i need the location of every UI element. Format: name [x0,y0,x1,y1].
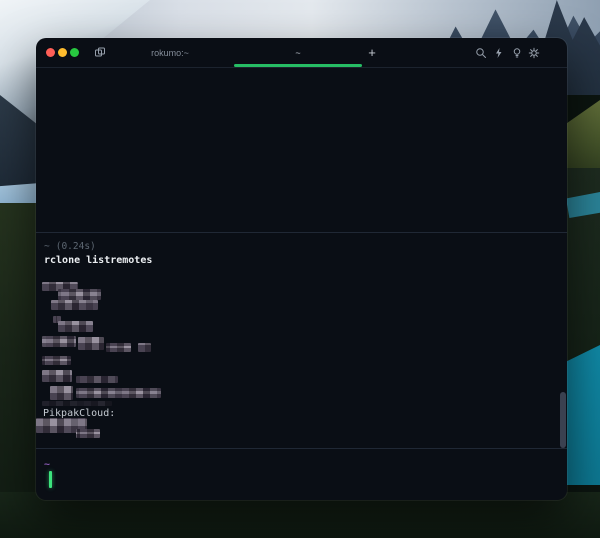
scrollbar-thumb[interactable] [560,392,566,448]
redacted-output-line [138,343,151,352]
redacted-output-line [76,376,118,383]
redacted-output-line [51,300,98,310]
redacted-output-line [76,429,100,438]
redacted-output-line [50,386,73,400]
redacted-output-line [42,336,76,347]
traffic-lights [46,48,79,57]
finished-prompt-cwd: ~ [44,241,50,252]
gear-icon[interactable] [527,46,541,60]
new-tab-button[interactable]: + [362,38,382,67]
finished-prompt-line: ~ (0.24s) [44,241,96,252]
active-tab-indicator [234,64,362,67]
command-duration: (0.24s) [55,241,96,252]
block-divider-top [36,232,567,233]
pages-icon[interactable] [93,45,107,59]
minimize-button[interactable] [58,48,67,57]
close-button[interactable] [46,48,55,57]
zoom-button[interactable] [70,48,79,57]
active-prompt-cwd: ~ [44,459,51,470]
hillside-left [0,203,40,538]
lightning-icon[interactable] [492,46,506,60]
search-icon[interactable] [474,46,488,60]
terminal-cursor [49,471,52,488]
redacted-output-line [76,388,161,398]
tab-rokumo[interactable]: rokumo:~ [106,38,234,67]
desktop: rokumo:~ ~ + ~ (0.24s) rclone listremote… [0,0,600,538]
redacted-output-line [42,370,72,382]
tab-bar: rokumo:~ ~ + [36,38,567,68]
redacted-output-line [106,343,131,352]
redacted-output-line [78,337,104,350]
tab-home-label: ~ [295,47,301,58]
redacted-output-line [42,356,71,365]
block-divider-bottom [36,448,567,449]
command-text: rclone listremotes [44,255,153,266]
new-tab-label: + [368,45,376,60]
terminal-window: rokumo:~ ~ + ~ (0.24s) rclone listremote… [36,38,567,500]
bulb-icon[interactable] [510,46,524,60]
tab-rokumo-label: rokumo:~ [151,47,189,58]
redacted-output-line [42,401,112,406]
redacted-output-line [58,321,93,332]
terminal-content: ~ (0.24s) rclone listremotes PikpakCloud:… [36,68,567,500]
redacted-output-line [58,289,101,300]
tab-home[interactable]: ~ [234,38,362,67]
